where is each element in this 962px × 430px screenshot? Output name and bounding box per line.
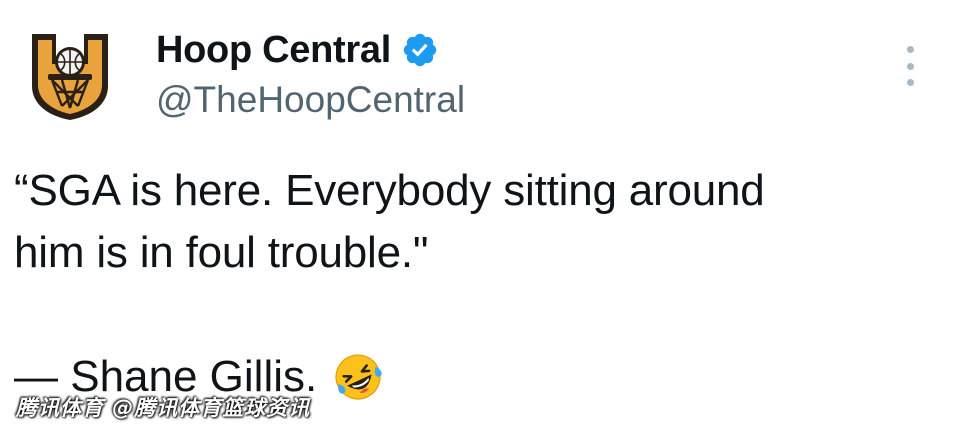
tweet-line-2: him is in foul trouble." xyxy=(14,228,429,277)
tweet-text: “SGA is here. Everybody sitting around h… xyxy=(14,160,944,284)
author-handle[interactable]: @TheHoopCentral xyxy=(156,78,465,122)
tweet-line-1: “SGA is here. Everybody sitting around xyxy=(14,166,765,215)
watermark: 腾讯体育 @腾讯体育篮球资讯 xyxy=(16,396,311,420)
author-name-row: Hoop Central xyxy=(156,28,439,72)
more-dot xyxy=(906,79,914,86)
more-dot xyxy=(906,62,914,70)
verified-badge-icon xyxy=(403,33,437,67)
author-display-name[interactable]: Hoop Central xyxy=(156,28,391,72)
hoop-central-logo xyxy=(32,34,108,120)
laughing-emoji-icon xyxy=(335,354,382,400)
more-options-icon[interactable] xyxy=(895,46,925,86)
more-dot xyxy=(906,46,914,53)
avatar[interactable] xyxy=(22,28,118,124)
tweet-card: Hoop Central @TheHoopCentral “SGA is her… xyxy=(0,0,962,430)
